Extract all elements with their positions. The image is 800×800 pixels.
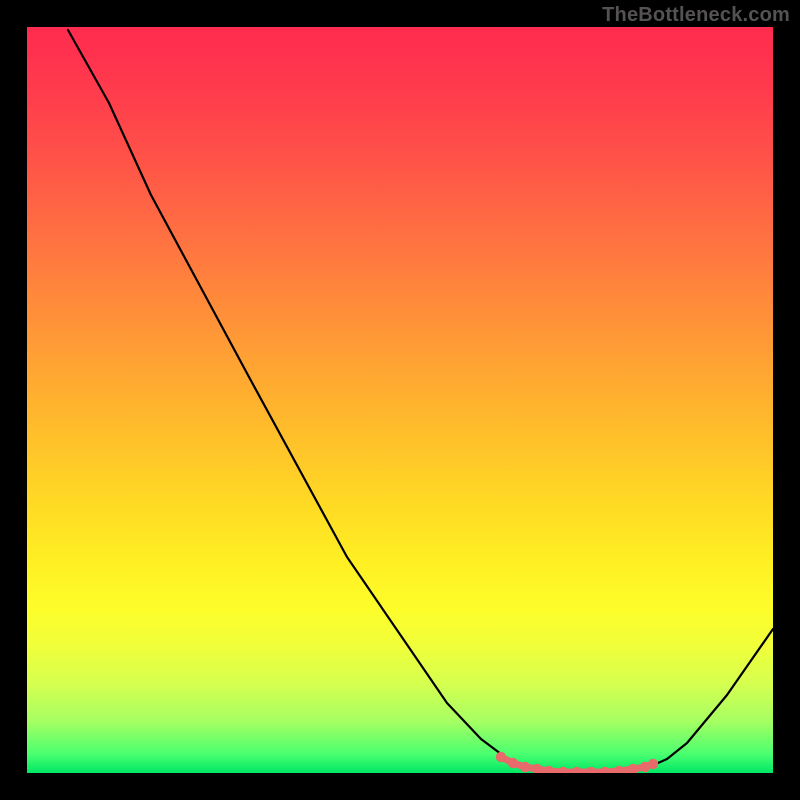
flat-region-dot [572, 767, 582, 773]
curve-layer [27, 27, 773, 773]
flat-region-dot [600, 767, 610, 773]
flat-region-markers [496, 752, 658, 773]
flat-region-dot [520, 762, 530, 772]
flat-region-dot [508, 758, 518, 768]
bottleneck-curve [68, 30, 773, 772]
flat-region-dot [586, 767, 596, 773]
watermark-text: TheBottleneck.com [602, 4, 790, 27]
flat-region-dot [614, 766, 624, 773]
chart-frame: TheBottleneck.com [0, 0, 800, 800]
plot-area [27, 27, 773, 773]
flat-region-dot [558, 767, 568, 773]
flat-region-dot [496, 752, 506, 762]
flat-region-dot [648, 759, 658, 769]
